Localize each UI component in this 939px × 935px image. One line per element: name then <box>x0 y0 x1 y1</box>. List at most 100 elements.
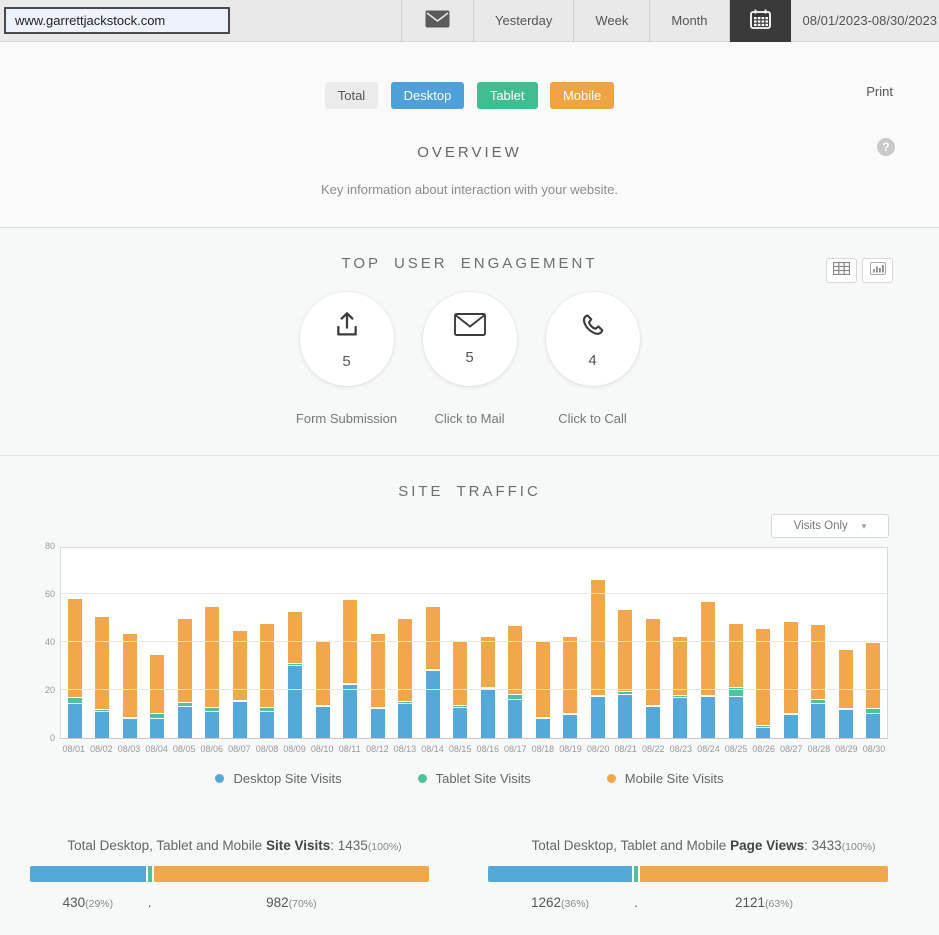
summary-title-colon: : <box>330 838 338 853</box>
url-input[interactable] <box>4 7 230 34</box>
bar-08/04[interactable] <box>150 655 164 738</box>
form-submission-circle[interactable]: 5 <box>300 292 394 386</box>
click-to-call-circle[interactable]: 4 <box>546 292 640 386</box>
click-to-mail-label: Click to Mail <box>434 411 504 426</box>
x-tick-label: 08/18 <box>529 744 557 754</box>
segment-mobile <box>123 634 137 718</box>
bar-08/10[interactable] <box>316 642 330 738</box>
segment-mobile <box>260 624 274 708</box>
bar-08/09[interactable] <box>288 612 302 738</box>
envelope-icon <box>425 10 450 31</box>
bar-08/29[interactable] <box>839 650 853 738</box>
segment-desktop <box>701 697 715 738</box>
segment-mobile <box>68 599 82 699</box>
filter-tablet-button[interactable]: Tablet <box>477 82 538 109</box>
segment-desktop <box>866 714 880 738</box>
x-tick-label: 08/25 <box>722 744 750 754</box>
bar-08/19[interactable] <box>563 637 577 738</box>
bar-08/01[interactable] <box>68 599 82 738</box>
engagement-section: TOP USER ENGAGEMENT <box>0 227 939 455</box>
site-visits-summary: Total Desktop, Tablet and Mobile Site Vi… <box>0 838 469 915</box>
x-tick-label: 08/10 <box>308 744 336 754</box>
segment-mobile <box>205 607 219 708</box>
form-submission-count: 5 <box>342 353 350 370</box>
bar-08/27[interactable] <box>784 622 798 738</box>
summary-total: 1435 <box>338 838 368 853</box>
segment-mobile <box>453 642 467 706</box>
bar-08/11[interactable] <box>343 600 357 738</box>
x-axis-labels: 08/0108/0208/0308/0408/0508/0608/0708/08… <box>60 744 888 754</box>
engagement-title: TOP USER ENGAGEMENT <box>0 228 939 272</box>
click-to-mail-circle[interactable]: 5 <box>423 292 517 386</box>
x-tick-label: 08/15 <box>446 744 474 754</box>
x-tick-label: 08/01 <box>60 744 88 754</box>
chart-view-button[interactable] <box>862 258 893 283</box>
overview-title: OVERVIEW <box>0 144 939 161</box>
desktop-share: 430(29%) <box>63 895 114 910</box>
segment-mobile <box>701 602 715 696</box>
bar-08/28[interactable] <box>811 625 825 738</box>
mail-button[interactable] <box>401 0 473 42</box>
x-tick-label: 08/27 <box>777 744 805 754</box>
tablet-legend-dot-icon <box>418 774 427 783</box>
bar-08/16[interactable] <box>481 637 495 738</box>
filter-mobile-button[interactable]: Mobile <box>550 82 614 109</box>
desktop-share: 1262(36%) <box>531 895 589 910</box>
bar-08/23[interactable] <box>673 637 687 738</box>
bar-08/15[interactable] <box>453 642 467 738</box>
legend-desktop[interactable]: Desktop Site Visits <box>215 771 341 786</box>
mobile-share: 2121(63%) <box>735 895 793 910</box>
bar-08/02[interactable] <box>95 617 109 738</box>
segment-desktop <box>591 697 605 738</box>
bar-08/12[interactable] <box>371 634 385 738</box>
bar-08/14[interactable] <box>426 607 440 738</box>
tab-month[interactable]: Month <box>649 0 728 42</box>
print-link[interactable]: Print <box>866 84 893 99</box>
x-tick-label: 08/28 <box>805 744 833 754</box>
bar-08/05[interactable] <box>178 619 192 738</box>
tab-week[interactable]: Week <box>573 0 649 42</box>
bar-08/07[interactable] <box>233 631 247 738</box>
bar-08/26[interactable] <box>756 629 770 738</box>
bar-08/20[interactable] <box>591 580 605 738</box>
form-submission-label: Form Submission <box>296 411 397 426</box>
legend-mobile[interactable]: Mobile Site Visits <box>607 771 724 786</box>
summary-title-prefix: Total Desktop, Tablet and Mobile <box>531 838 730 853</box>
help-icon[interactable]: ? <box>877 138 895 156</box>
bar-08/30[interactable] <box>866 643 880 738</box>
segment-mobile <box>178 619 192 703</box>
segment-desktop <box>729 697 743 738</box>
bar-08/24[interactable] <box>701 602 715 738</box>
legend-mobile-label: Mobile Site Visits <box>625 771 724 786</box>
legend-tablet-label: Tablet Site Visits <box>436 771 531 786</box>
segment-mobile <box>756 629 770 726</box>
bar-08/06[interactable] <box>205 607 219 738</box>
filter-desktop-button[interactable]: Desktop <box>391 82 465 109</box>
bar-08/17[interactable] <box>508 626 522 738</box>
x-tick-label: 08/21 <box>612 744 640 754</box>
bar-08/22[interactable] <box>646 619 660 738</box>
filter-total-button[interactable]: Total <box>325 82 378 109</box>
engagement-click-to-mail: 5 Click to Mail <box>408 292 531 426</box>
legend-tablet[interactable]: Tablet Site Visits <box>418 771 531 786</box>
calendar-button[interactable] <box>729 0 791 42</box>
ratio-segment <box>488 866 632 882</box>
view-toggles <box>821 258 893 283</box>
y-tick-label: 60 <box>29 589 55 599</box>
bar-chart-icon <box>870 262 886 280</box>
segment-desktop <box>673 698 687 738</box>
tab-yesterday[interactable]: Yesterday <box>473 0 573 42</box>
segment-desktop <box>95 712 109 738</box>
x-tick-label: 08/13 <box>391 744 419 754</box>
table-view-button[interactable] <box>826 258 857 283</box>
bar-08/21[interactable] <box>618 610 632 738</box>
page-views-ratio-bar <box>488 866 888 882</box>
x-tick-label: 08/08 <box>253 744 281 754</box>
traffic-mode-dropdown[interactable]: Visits Only ▾ <box>771 514 889 538</box>
bar-08/03[interactable] <box>123 634 137 738</box>
site-visits-ratio-bar <box>30 866 429 882</box>
bar-08/13[interactable] <box>398 619 412 738</box>
overview-section: Total Desktop Tablet Mobile Print OVERVI… <box>0 42 939 227</box>
segment-mobile <box>95 617 109 711</box>
segment-desktop <box>618 695 632 738</box>
